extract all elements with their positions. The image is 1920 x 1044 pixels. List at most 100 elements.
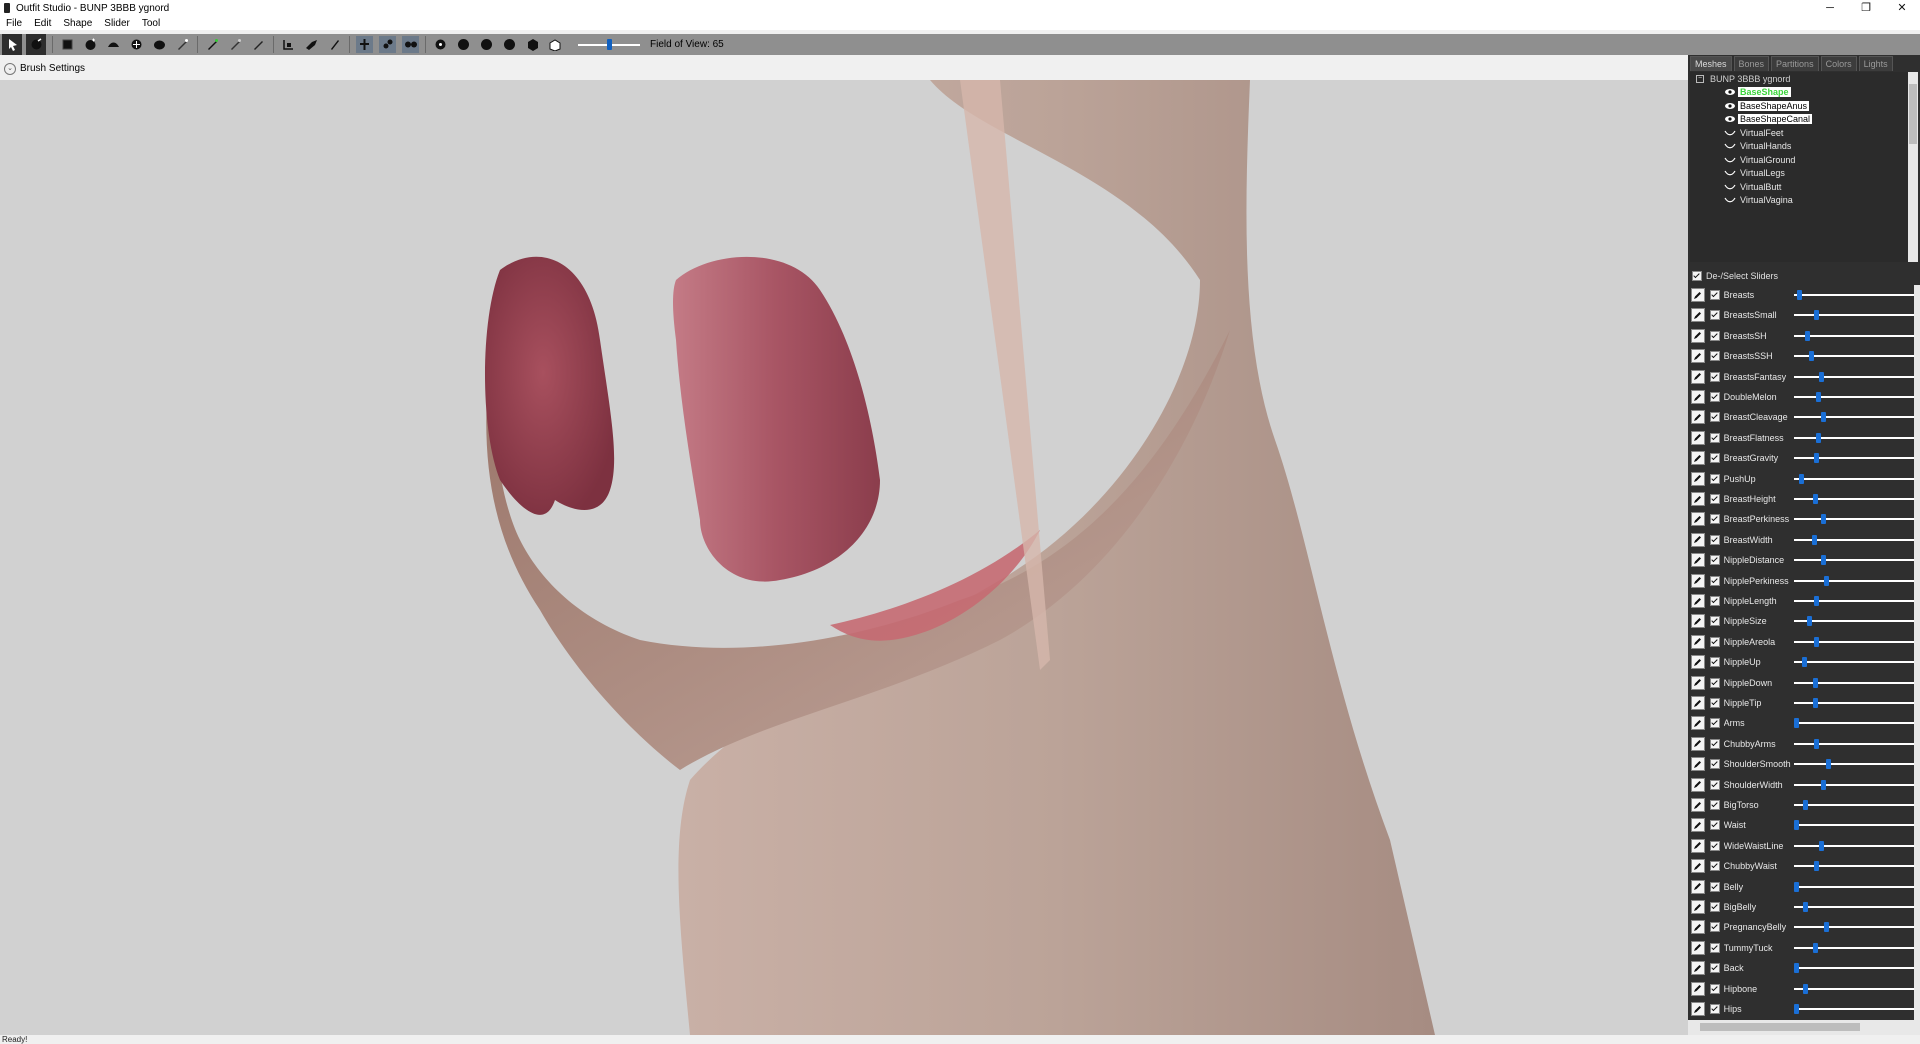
slider-list-scrollbar[interactable] — [1914, 285, 1920, 1020]
edit-pencil-icon[interactable] — [1691, 940, 1705, 955]
slider-track[interactable] — [1794, 860, 1920, 872]
slider-track[interactable] — [1794, 1003, 1920, 1015]
global-brush-toggle-icon[interactable] — [432, 36, 449, 53]
slider-track[interactable] — [1794, 901, 1920, 913]
edit-pencil-icon[interactable] — [1691, 961, 1705, 976]
slider-checkbox[interactable] — [1709, 779, 1720, 790]
slider-track[interactable] — [1794, 636, 1920, 648]
edit-pencil-icon[interactable] — [1691, 471, 1705, 486]
mesh-item[interactable]: BaseShape — [1724, 86, 1791, 98]
slider-list-hscrollbar[interactable] — [1688, 1020, 1920, 1035]
menu-slider[interactable]: Slider — [98, 18, 136, 29]
slider-track[interactable] — [1794, 534, 1920, 546]
mesh-item[interactable]: VirtualFeet — [1724, 127, 1785, 139]
edit-pencil-icon[interactable] — [1691, 757, 1705, 772]
fov-slider-knob[interactable] — [606, 39, 612, 50]
move-tool-icon[interactable] — [128, 36, 145, 53]
mesh-item[interactable]: BaseShapeAnus — [1724, 100, 1810, 112]
slider-checkbox[interactable] — [1709, 534, 1720, 545]
mesh-tree-root[interactable]: − BUNP 3BBB ygnord — [1696, 74, 1790, 84]
mesh-item[interactable]: BaseShapeCanal — [1724, 113, 1813, 125]
eye-closed-icon[interactable] — [1724, 142, 1736, 150]
edit-pencil-icon[interactable] — [1691, 288, 1705, 302]
scroll-thumb[interactable] — [1909, 84, 1917, 144]
edit-pencil-icon[interactable] — [1691, 308, 1705, 323]
slider-track[interactable] — [1794, 799, 1920, 811]
slider-checkbox[interactable] — [1709, 698, 1720, 708]
weight-tool-icon[interactable] — [204, 36, 221, 53]
eye-icon[interactable] — [1724, 102, 1736, 110]
transform-tool-icon[interactable] — [303, 36, 320, 53]
tab-lights[interactable]: Lights — [1858, 56, 1893, 71]
slider-track[interactable] — [1794, 575, 1920, 587]
edit-pencil-icon[interactable] — [1691, 369, 1705, 384]
slider-checkbox[interactable] — [1709, 351, 1720, 362]
edit-pencil-icon[interactable] — [1691, 1002, 1705, 1016]
slider-knob[interactable] — [1821, 514, 1827, 525]
slider-knob[interactable] — [1816, 392, 1822, 402]
slider-track[interactable] — [1794, 371, 1920, 383]
edit-pencil-icon[interactable] — [1691, 512, 1705, 527]
vertex-edit-tool-icon[interactable] — [356, 36, 373, 53]
edit-pencil-icon[interactable] — [1691, 655, 1705, 670]
menu-tool[interactable]: Tool — [136, 18, 166, 29]
tab-partitions[interactable]: Partitions — [1771, 56, 1819, 71]
slider-knob[interactable] — [1802, 800, 1808, 810]
mesh-item[interactable]: VirtualButt — [1724, 181, 1783, 193]
slider-checkbox[interactable] — [1709, 473, 1720, 484]
slider-knob[interactable] — [1821, 555, 1827, 566]
slider-track[interactable] — [1794, 840, 1920, 852]
slider-checkbox[interactable] — [1709, 330, 1720, 341]
undiff-tool-icon[interactable] — [174, 36, 191, 53]
slider-checkbox[interactable] — [1709, 290, 1720, 300]
collapse-icon[interactable]: − — [1696, 75, 1704, 83]
slider-track[interactable] — [1794, 432, 1920, 444]
slider-checkbox[interactable] — [1709, 738, 1720, 749]
slider-checkbox[interactable] — [1709, 800, 1720, 810]
slider-knob[interactable] — [1802, 983, 1808, 994]
slider-knob[interactable] — [1814, 453, 1819, 464]
brush-tool-icon[interactable] — [26, 34, 46, 55]
slider-knob[interactable] — [1802, 902, 1808, 912]
slider-checkbox[interactable] — [1709, 575, 1720, 586]
edit-pencil-icon[interactable] — [1691, 492, 1705, 506]
edit-pencil-icon[interactable] — [1691, 594, 1705, 608]
eye-closed-icon[interactable] — [1724, 129, 1736, 137]
slider-track[interactable] — [1794, 452, 1920, 464]
slider-checkbox[interactable] — [1709, 596, 1720, 606]
slider-track[interactable] — [1794, 738, 1920, 750]
slider-knob[interactable] — [1794, 718, 1800, 729]
slider-checkbox[interactable] — [1709, 922, 1720, 933]
slider-checkbox[interactable] — [1709, 514, 1720, 525]
edit-pencil-icon[interactable] — [1691, 451, 1705, 466]
edit-pencil-icon[interactable] — [1691, 634, 1705, 649]
slider-knob[interactable] — [1818, 371, 1824, 382]
edit-pencil-icon[interactable] — [1691, 981, 1705, 996]
slider-checkbox[interactable] — [1709, 983, 1720, 994]
tab-meshes[interactable]: Meshes — [1690, 56, 1732, 71]
alpha-tool-icon[interactable] — [250, 36, 267, 53]
slider-knob[interactable] — [1814, 310, 1819, 321]
menu-edit[interactable]: Edit — [28, 18, 57, 29]
slider-track[interactable] — [1794, 962, 1920, 974]
slider-knob[interactable] — [1818, 840, 1824, 851]
slider-track[interactable] — [1794, 819, 1920, 831]
edit-pencil-icon[interactable] — [1691, 675, 1705, 690]
slider-track[interactable] — [1794, 309, 1920, 321]
edit-pencil-icon[interactable] — [1691, 390, 1705, 404]
slider-checkbox[interactable] — [1709, 840, 1720, 851]
lighting-toggle-icon[interactable] — [478, 36, 495, 53]
xmirror-toggle-icon[interactable] — [379, 36, 396, 53]
slider-checkbox[interactable] — [1709, 902, 1720, 912]
slider-knob[interactable] — [1814, 596, 1819, 606]
slider-knob[interactable] — [1823, 575, 1829, 586]
slider-track[interactable] — [1794, 473, 1920, 485]
slider-checkbox[interactable] — [1709, 371, 1720, 382]
slider-checkbox[interactable] — [1709, 1004, 1720, 1014]
slider-checkbox[interactable] — [1709, 677, 1720, 688]
slider-knob[interactable] — [1814, 636, 1819, 647]
close-button[interactable]: ✕ — [1884, 0, 1920, 16]
pivot-tool-icon[interactable] — [326, 36, 343, 53]
slider-checkbox[interactable] — [1709, 616, 1720, 627]
edit-pencil-icon[interactable] — [1691, 900, 1705, 914]
